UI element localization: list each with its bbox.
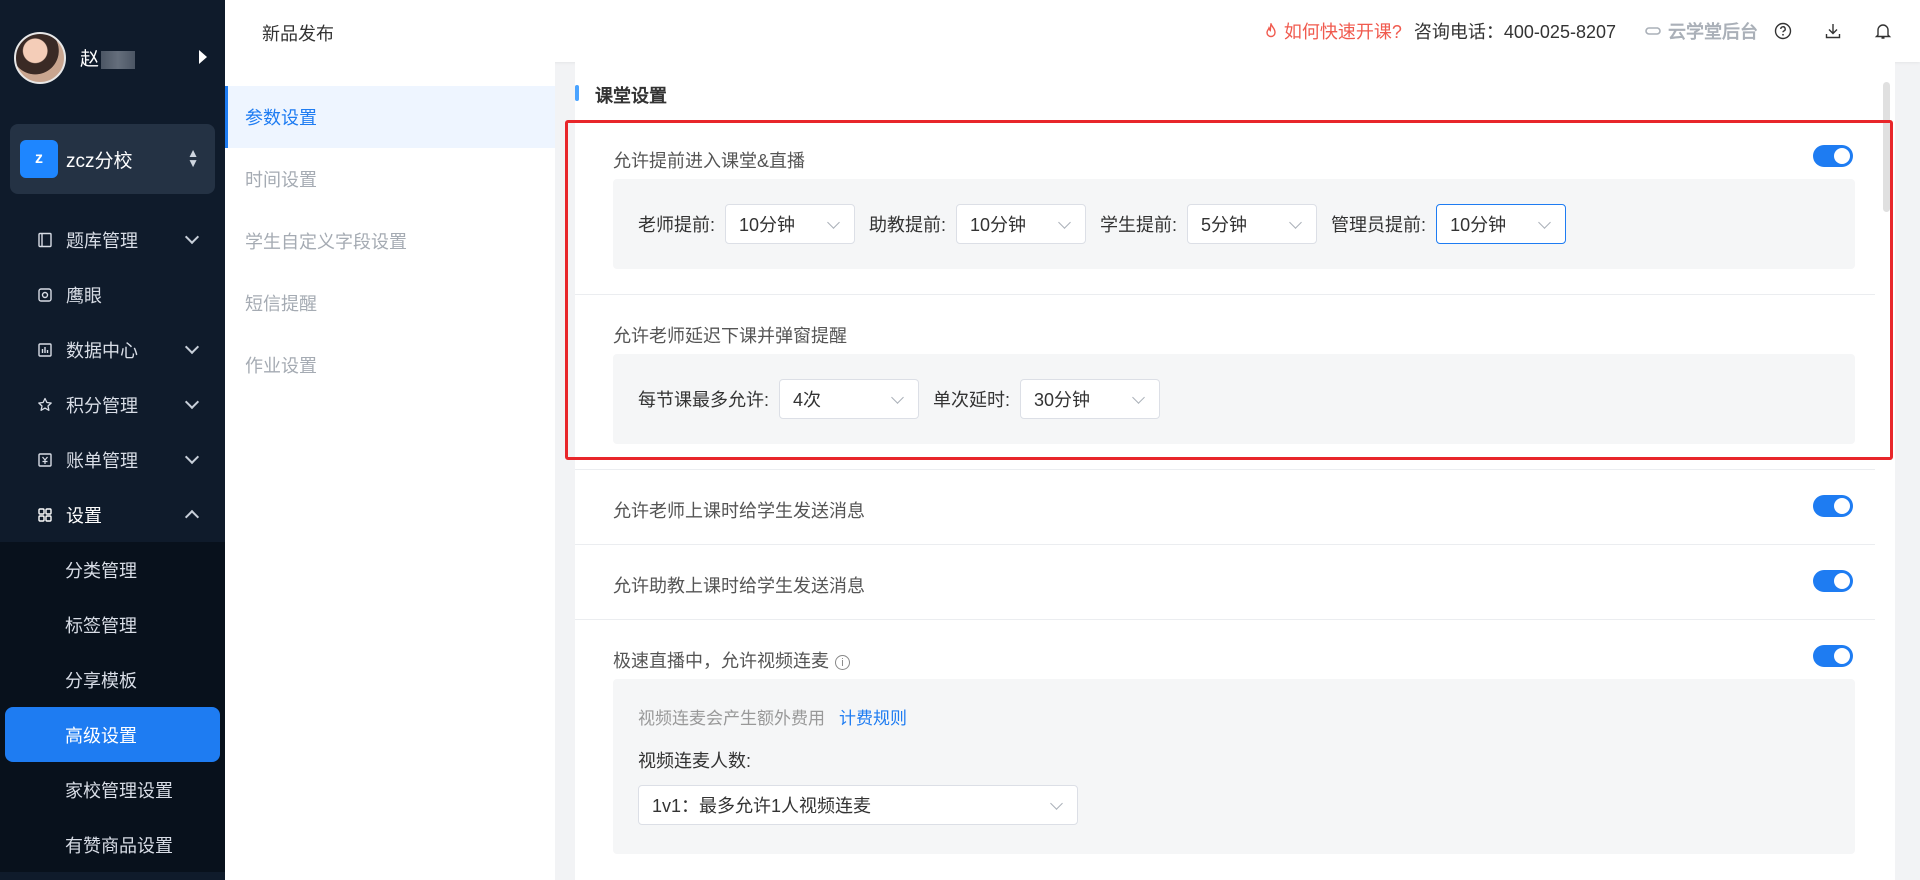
chevron-up-icon: [184, 509, 200, 525]
early-enter-panel: 老师提前: 10分钟 助教提前: 10分钟 学生提前: 5分钟 管理员提前: 1…: [613, 179, 1855, 269]
divider: [575, 469, 1875, 470]
info-icon[interactable]: i: [835, 655, 850, 671]
video-link-panel: 视频连麦会产生额外费用 计费规则 视频连麦人数: 1v1：最多允许1人视频连麦: [613, 679, 1855, 854]
scrollbar[interactable]: [1883, 82, 1890, 212]
setting-label: 允许助教上课时给学生发送消息: [613, 576, 865, 596]
delay-duration-select[interactable]: 30分钟: [1020, 379, 1161, 419]
video-link-toggle[interactable]: [1813, 645, 1853, 667]
admin-early-select[interactable]: 10分钟: [1436, 204, 1567, 244]
divider: [575, 294, 1875, 295]
submenu-item-home-school[interactable]: 家校管理设置: [0, 762, 225, 817]
delay-panel: 每节课最多允许: 4次 单次延时: 30分钟: [613, 354, 1855, 444]
chevron-down-icon: [1132, 391, 1145, 404]
phone-text: 咨询电话：400-025-8207: [1413, 22, 1616, 42]
teacher-msg-toggle[interactable]: [1813, 495, 1853, 517]
setting-label: 允许提前进入课堂&直播: [613, 151, 806, 171]
video-link-setting: 极速直播中，允许视频连麦 i: [613, 645, 1853, 677]
main-menu: 题库管理 鹰眼 数据中心 积分管理 账单管理 设置 分类管理 标签管理 分享模板…: [0, 212, 225, 872]
download-icon[interactable]: [1808, 22, 1858, 40]
chevron-down-icon: [891, 391, 904, 404]
max-delay-field: 每节课最多允许: 4次: [638, 379, 920, 419]
quick-start-link[interactable]: 如何快速开课?: [1264, 18, 1402, 44]
avatar[interactable]: [14, 31, 66, 84]
school-switcher[interactable]: z zcz分校 ▲ ▼: [10, 124, 215, 194]
bell-icon[interactable]: [1858, 22, 1908, 40]
expand-arrow-icon[interactable]: [199, 50, 207, 64]
teacher-early-select[interactable]: 10分钟: [725, 204, 856, 244]
switch-icon: [1645, 27, 1661, 35]
chevron-down-icon: [827, 216, 840, 229]
student-early-field: 学生提前: 5分钟: [1100, 204, 1318, 244]
student-early-select[interactable]: 5分钟: [1187, 204, 1318, 244]
chevron-down-icon: [1538, 216, 1551, 229]
section-title: 课堂设置: [575, 82, 667, 108]
user-profile[interactable]: 赵: [0, 0, 225, 115]
early-enter-setting: 允许提前进入课堂&直播: [613, 145, 1853, 177]
divider: [575, 619, 1875, 620]
tab-homework-settings[interactable]: 作业设置: [225, 334, 555, 396]
tab-custom-fields[interactable]: 学生自定义字段设置: [225, 210, 555, 272]
teacher-msg-setting: 允许老师上课时给学生发送消息: [613, 495, 1853, 527]
video-count-select[interactable]: 1v1：最多允许1人视频连麦: [638, 785, 1078, 825]
delay-setting: 允许老师延迟下课并弹窗提醒: [613, 322, 1853, 352]
submenu-item-youzan[interactable]: 有赞商品设置: [0, 817, 225, 872]
sidebar: 赵 z zcz分校 ▲ ▼ 题库管理 鹰眼 数据中心 积分管理 账单管理 设置 …: [0, 0, 225, 880]
delay-duration-field: 单次延时: 30分钟: [933, 379, 1161, 419]
settings-nav: 参数设置 时间设置 学生自定义字段设置 短信提醒 作业设置: [225, 62, 555, 880]
chevron-down-icon: [1050, 797, 1063, 810]
chevron-down-icon: [1289, 216, 1302, 229]
assistant-msg-toggle[interactable]: [1813, 570, 1853, 592]
submenu-item-tags[interactable]: 标签管理: [0, 597, 225, 652]
early-enter-toggle[interactable]: [1813, 145, 1853, 167]
teacher-early-field: 老师提前: 10分钟: [638, 204, 856, 244]
fire-icon: [1266, 23, 1276, 38]
setting-label: 极速直播中，允许视频连麦: [613, 651, 829, 671]
tab-parameter-settings[interactable]: 参数设置: [225, 86, 555, 148]
menu-item-bills[interactable]: 账单管理: [0, 432, 225, 487]
chevron-down-icon: [184, 394, 200, 410]
grid-icon: [36, 506, 54, 524]
chart-icon: [36, 341, 54, 359]
chevron-down-icon: [184, 339, 200, 355]
setting-label: 允许老师延迟下课并弹窗提醒: [613, 326, 847, 346]
admin-early-field: 管理员提前: 10分钟: [1331, 204, 1567, 244]
assistant-msg-setting: 允许助教上课时给学生发送消息: [613, 570, 1853, 602]
tab-sms-reminder[interactable]: 短信提醒: [225, 272, 555, 334]
video-link-note: 视频连麦会产生额外费用 计费规则: [638, 709, 907, 728]
settings-submenu: 分类管理 标签管理 分享模板 高级设置 家校管理设置 有赞商品设置: [0, 542, 225, 872]
top-header: 新品发布 如何快速开课? 咨询电话：400-025-8207 云学堂后台: [225, 0, 1920, 62]
school-name: zcz分校: [66, 150, 133, 172]
max-delay-select[interactable]: 4次: [779, 379, 920, 419]
menu-item-settings[interactable]: 设置: [0, 487, 225, 542]
page-title[interactable]: 新品发布: [262, 20, 334, 46]
submenu-item-category[interactable]: 分类管理: [0, 542, 225, 597]
brand-link[interactable]: 云学堂后台: [1644, 18, 1758, 44]
menu-item-question-bank[interactable]: 题库管理: [0, 212, 225, 267]
user-name: 赵: [80, 44, 136, 71]
submenu-item-share-template[interactable]: 分享模板: [0, 652, 225, 707]
sort-icon: ▲ ▼: [187, 146, 199, 170]
eye-icon: [36, 286, 54, 304]
star-icon: [36, 396, 54, 414]
submenu-item-advanced[interactable]: 高级设置: [5, 707, 220, 762]
assistant-early-select[interactable]: 10分钟: [956, 204, 1087, 244]
bill-icon: [36, 451, 54, 469]
chevron-down-icon: [184, 229, 200, 245]
assistant-early-field: 助教提前: 10分钟: [869, 204, 1087, 244]
pricing-rules-link[interactable]: 计费规则: [839, 709, 907, 728]
menu-item-data-center[interactable]: 数据中心: [0, 322, 225, 377]
help-icon[interactable]: [1758, 22, 1808, 40]
book-icon: [36, 231, 54, 249]
tab-time-settings[interactable]: 时间设置: [225, 148, 555, 210]
school-badge: z: [20, 140, 58, 178]
menu-item-eagle-eye[interactable]: 鹰眼: [0, 267, 225, 322]
divider: [575, 544, 1875, 545]
menu-item-points[interactable]: 积分管理: [0, 377, 225, 432]
chevron-down-icon: [1058, 216, 1071, 229]
video-count-label: 视频连麦人数:: [638, 751, 752, 771]
chevron-down-icon: [184, 449, 200, 465]
main-content: 课堂设置 允许提前进入课堂&直播 老师提前: 10分钟 助教提前: 10分钟 学…: [575, 62, 1895, 880]
setting-label: 允许老师上课时给学生发送消息: [613, 501, 865, 521]
